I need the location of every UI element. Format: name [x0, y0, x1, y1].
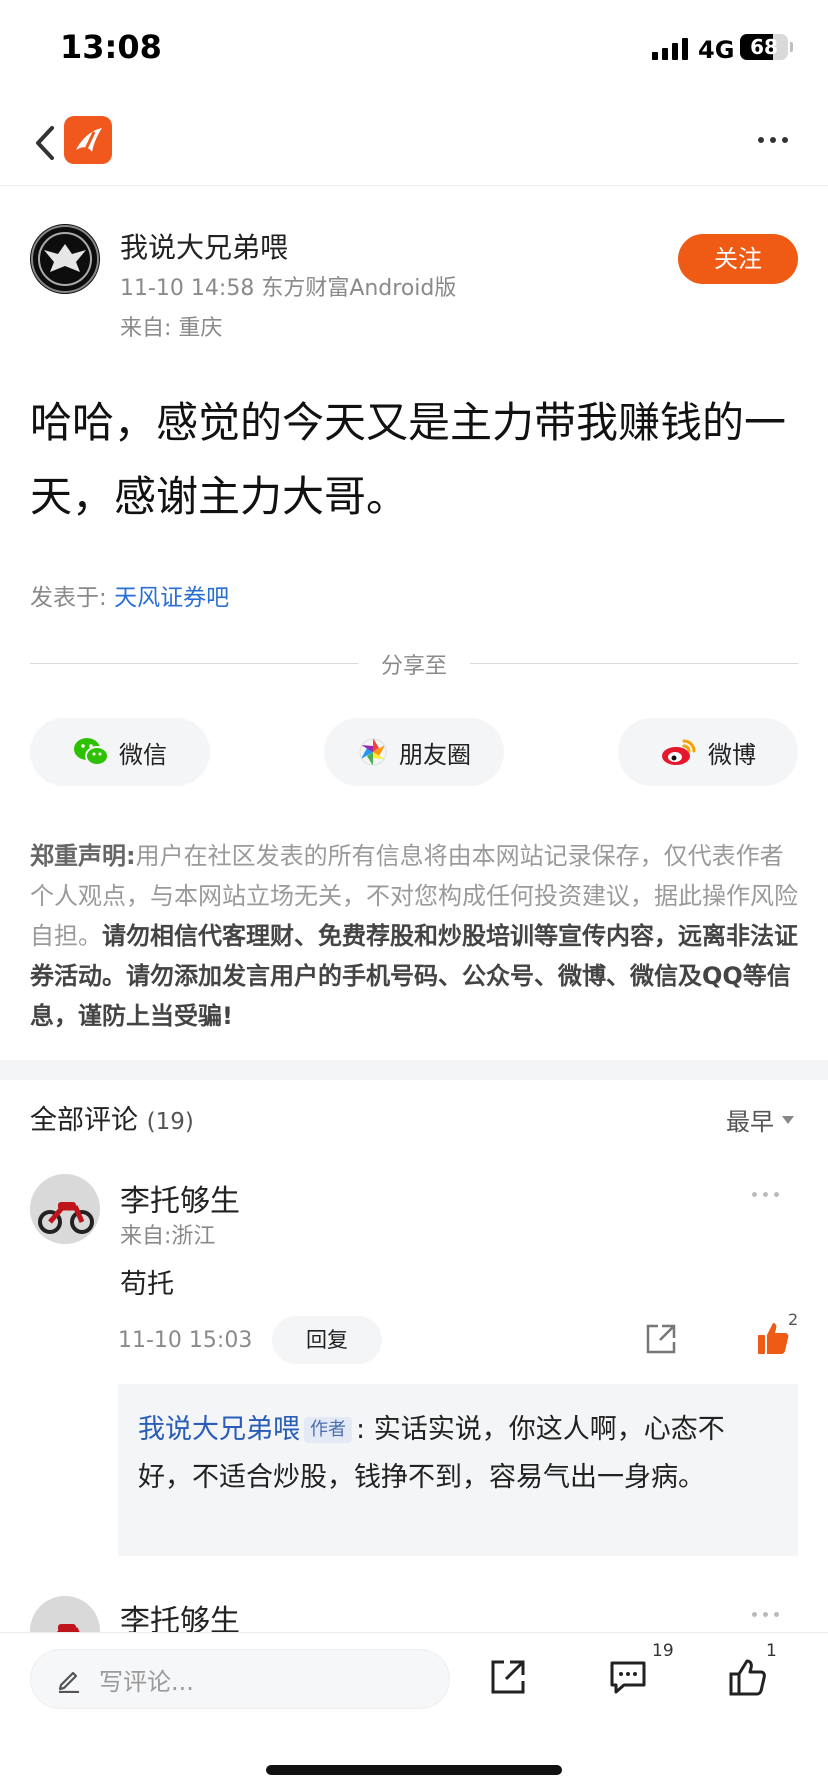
comment-like-count: 2: [788, 1310, 799, 1329]
comments-header: 全部评论 (19): [30, 1098, 194, 1137]
share-moments-label: 朋友圈: [399, 740, 471, 769]
home-indicator: [266, 1765, 562, 1775]
comment-count: 19: [652, 1641, 674, 1661]
app-logo-icon[interactable]: [64, 116, 112, 164]
status-time: 13:08: [60, 28, 162, 66]
write-comment-placeholder: 写评论...: [99, 1667, 194, 1696]
comment-share-button[interactable]: [644, 1322, 678, 1360]
cellular-signal-icon: [652, 36, 688, 60]
write-comment-input[interactable]: 写评论...: [30, 1649, 450, 1709]
reply-button[interactable]: 回复: [272, 1316, 382, 1364]
comments-title: 全部评论: [30, 1105, 138, 1136]
section-divider: [0, 1060, 828, 1080]
comments-count: (19): [146, 1109, 194, 1135]
battery-tip: [790, 42, 793, 52]
follow-button[interactable]: 关注: [678, 234, 798, 284]
bottom-bar: 写评论... 19 1: [0, 1632, 828, 1792]
comments-button[interactable]: [608, 1657, 648, 1701]
share-icon: [646, 1324, 676, 1354]
commenter-location: 来自:浙江: [120, 1224, 216, 1249]
moments-icon: [359, 738, 387, 766]
share-moments-button[interactable]: 朋友圈: [324, 718, 504, 786]
caret-down-icon: [782, 1115, 794, 1124]
comment-time: 11-10 15:03: [118, 1328, 253, 1353]
like-button[interactable]: [728, 1657, 768, 1701]
author-location: 来自: 重庆: [120, 316, 223, 341]
thumbs-up-icon: [758, 1323, 789, 1354]
posted-in: 发表于: 天风证券吧: [30, 578, 229, 612]
share-label: 分享至: [380, 654, 447, 679]
disclaimer-warning: 请勿相信代客理财、免费荐股和炒股培训等宣传内容，远离非法证券活动。请勿添加发言用…: [30, 922, 798, 1030]
reply-box: 我说大兄弟喂 作者: 实话实说，你这人啊，心态不好，不适合炒股，钱挣不到，容易气出…: [118, 1384, 798, 1556]
share-button[interactable]: [488, 1657, 528, 1701]
thumbs-up-icon: [729, 1659, 766, 1696]
share-wechat-label: 微信: [119, 740, 167, 769]
comment-more-button[interactable]: [752, 1608, 786, 1620]
share-divider: 分享至: [30, 648, 798, 679]
comment-text: 苟托: [120, 1269, 174, 1300]
status-bar: 13:08 4G 68: [0, 0, 828, 100]
back-button[interactable]: [26, 118, 66, 168]
author-badge: 作者: [304, 1417, 352, 1443]
weibo-icon: [662, 739, 696, 765]
network-type: 4G: [698, 36, 735, 64]
author-avatar[interactable]: [30, 224, 100, 294]
motorcycle-avatar-icon: [30, 1174, 100, 1244]
share-wechat-button[interactable]: 微信: [30, 718, 210, 786]
comment-more-button[interactable]: [752, 1188, 786, 1200]
chevron-left-icon: [36, 126, 54, 160]
reply-separator: :: [356, 1414, 366, 1445]
share-weibo-label: 微博: [708, 740, 756, 769]
post-meta: 11-10 14:58 东方财富Android版: [120, 276, 457, 301]
disclaimer: 郑重声明:用户在社区发表的所有信息将由本网站记录保存，仅代表作者个人观点，与本网…: [30, 836, 800, 1036]
battery-level: 68: [750, 35, 778, 59]
author-name[interactable]: 我说大兄弟喂: [120, 226, 288, 266]
wechat-icon: [74, 738, 109, 766]
sort-label: 最早: [726, 1108, 774, 1136]
comment-icon: [610, 1661, 646, 1694]
posted-in-label: 发表于:: [30, 585, 107, 611]
forum-link[interactable]: 天风证券吧: [114, 585, 229, 611]
nav-bar: [0, 100, 828, 186]
commenter-avatar[interactable]: [30, 1174, 100, 1244]
reply-author[interactable]: 我说大兄弟喂: [138, 1414, 300, 1445]
more-options-button[interactable]: [758, 130, 798, 150]
post-content: 哈哈，感觉的今天又是主力带我赚钱的一天，感谢主力大哥。: [30, 398, 787, 521]
pencil-icon: [58, 1671, 79, 1693]
sort-dropdown[interactable]: 最早: [726, 1102, 794, 1137]
commenter-name[interactable]: 李托够生: [120, 1176, 240, 1220]
battery-icon: 68: [740, 34, 788, 60]
share-icon: [491, 1660, 525, 1694]
comment-like-button[interactable]: [756, 1320, 790, 1360]
disclaimer-title: 郑重声明:: [30, 842, 136, 870]
share-weibo-button[interactable]: 微博: [618, 718, 798, 786]
like-count: 1: [766, 1641, 777, 1661]
